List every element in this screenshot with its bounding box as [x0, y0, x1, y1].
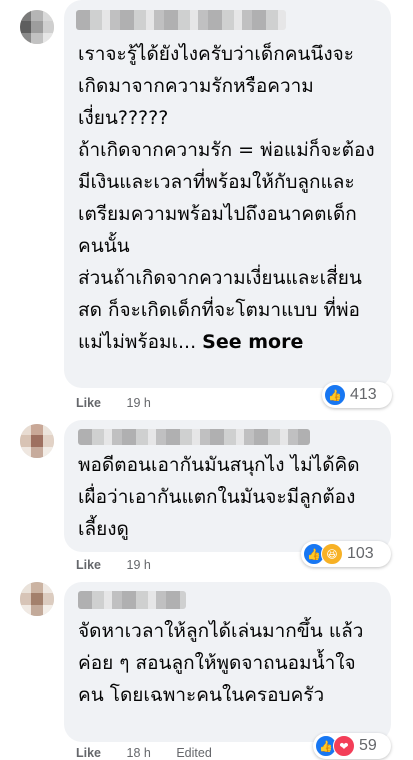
comment-bubble: จัดหาเวลาให้ลูกได้เล่นมากขึ้น แล้วค่อย ๆ…	[64, 582, 391, 742]
edited-label[interactable]: Edited	[176, 746, 211, 760]
reaction-summary[interactable]: 👍 413	[322, 382, 392, 408]
love-icon: ❤	[333, 735, 355, 757]
comment-meta: Like 19 h	[76, 396, 173, 410]
haha-icon: 😆	[321, 543, 343, 565]
reaction-summary[interactable]: 👍 😆 103	[301, 541, 391, 567]
like-button[interactable]: Like	[76, 746, 101, 760]
reaction-summary[interactable]: 👍 ❤ 59	[313, 733, 391, 759]
like-icon: 👍	[324, 384, 346, 406]
avatar[interactable]	[20, 424, 54, 458]
see-more-link[interactable]: See more	[202, 331, 303, 353]
timestamp[interactable]: 18 h	[127, 746, 151, 760]
comment-text: เราจะรู้ได้ยังไงครับว่าเด็กคนนึงจะเกิดมา…	[78, 43, 375, 353]
reaction-count: 59	[359, 737, 377, 754]
reaction-count: 103	[347, 545, 374, 562]
comment-text: พอดีตอนเอากันมันสนุกไง ไม่ได้คิดเผื่อว่า…	[78, 454, 360, 540]
comment-meta: Like 18 h Edited	[76, 746, 234, 760]
comment-text: จัดหาเวลาให้ลูกได้เล่นมากขึ้น แล้วค่อย ๆ…	[78, 620, 364, 706]
comment-meta: Like 19 h	[76, 558, 173, 572]
avatar[interactable]	[20, 582, 54, 616]
like-button[interactable]: Like	[76, 396, 101, 410]
commenter-name-blurred[interactable]	[78, 591, 186, 609]
avatar[interactable]	[20, 10, 54, 44]
commenter-name-blurred[interactable]	[78, 429, 310, 445]
comment-bubble: เราจะรู้ได้ยังไงครับว่าเด็กคนนึงจะเกิดมา…	[64, 0, 391, 388]
timestamp[interactable]: 19 h	[127, 558, 151, 572]
commenter-name-blurred[interactable]	[76, 10, 286, 30]
comment-bubble: พอดีตอนเอากันมันสนุกไง ไม่ได้คิดเผื่อว่า…	[64, 420, 391, 552]
like-button[interactable]: Like	[76, 558, 101, 572]
reaction-count: 413	[350, 386, 377, 403]
timestamp[interactable]: 19 h	[127, 396, 151, 410]
